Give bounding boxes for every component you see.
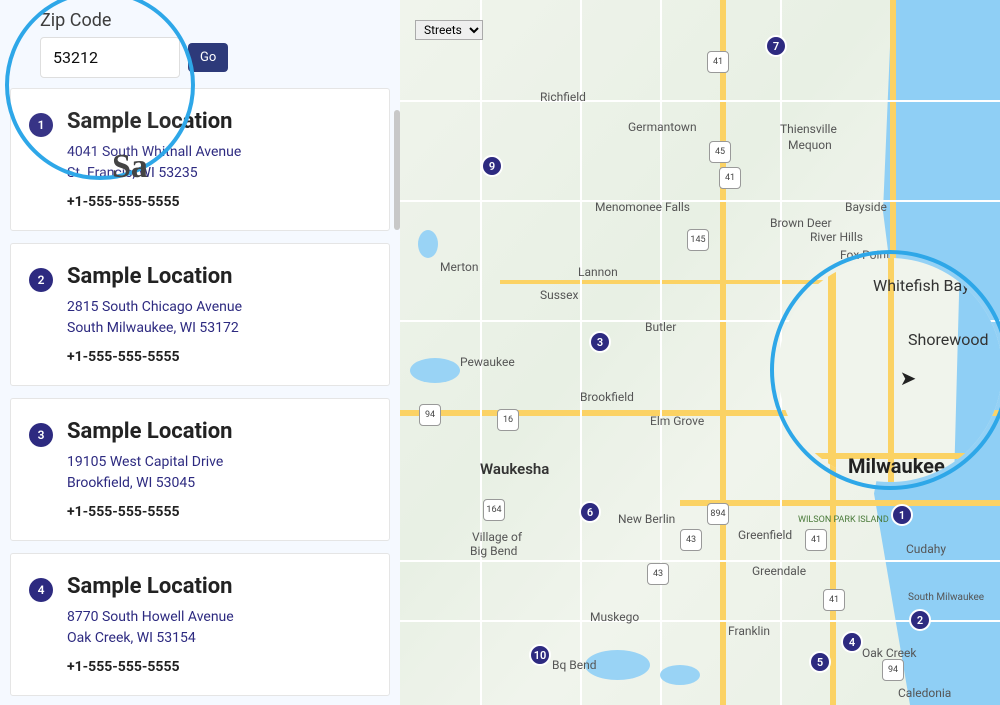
highway-shield: 41 xyxy=(823,589,845,611)
map-pin[interactable]: 4 xyxy=(841,631,863,653)
city-label: Franklin xyxy=(728,624,770,638)
city-label: Germantown xyxy=(628,120,697,134)
city-label: Mequon xyxy=(788,138,832,152)
city-label: Brown Deer xyxy=(770,216,832,230)
city-label: Oak Creek xyxy=(862,646,916,660)
sample-text-overlay: Sa xyxy=(112,148,148,186)
highway-shield: 41 xyxy=(719,167,741,189)
city-label: Cudahy xyxy=(906,542,946,556)
map-pin[interactable]: 9 xyxy=(481,155,503,177)
city-label: Thiensville xyxy=(780,122,837,136)
location-title: Sample Location xyxy=(67,109,371,134)
map-pin[interactable]: 3 xyxy=(589,331,611,353)
result-badge: 4 xyxy=(29,578,53,602)
city-label: Butler xyxy=(645,320,676,334)
city-label: Bq Bend xyxy=(552,658,597,672)
city-label: South Milwaukee xyxy=(908,592,984,603)
location-phone[interactable]: +1-555-555-5555 xyxy=(67,504,371,520)
park-label: WILSON PARK ISLAND xyxy=(798,516,889,526)
city-label: Merton xyxy=(440,260,478,274)
city-label: Lannon xyxy=(578,265,618,279)
city-label: Village of xyxy=(472,530,522,544)
map-pin[interactable]: 10 xyxy=(529,644,551,666)
sidebar: Zip Code Go 1Sample Location4041 South W… xyxy=(0,0,400,705)
highway-shield: 94 xyxy=(882,659,904,681)
map-pin[interactable]: 2 xyxy=(909,609,931,631)
location-title: Sample Location xyxy=(67,419,371,444)
city-label: Muskego xyxy=(590,610,639,624)
highway xyxy=(720,0,726,705)
location-phone[interactable]: +1-555-555-5555 xyxy=(67,349,371,365)
location-arrow-icon: ➤ xyxy=(900,366,917,390)
highway-shield: 94 xyxy=(419,404,441,426)
city-label: Waukesha xyxy=(480,460,549,478)
highway-shield: 43 xyxy=(647,563,669,585)
highway-shield: 43 xyxy=(680,529,702,551)
city-label: Big Bend xyxy=(470,544,517,558)
highway xyxy=(890,0,896,280)
highway-shield: 164 xyxy=(483,499,505,521)
location-address[interactable]: 8770 South Howell AvenueOak Creek, WI 53… xyxy=(67,607,371,649)
location-address[interactable]: 19105 West Capital DriveBrookfield, WI 5… xyxy=(67,452,371,494)
city-label: Pewaukee xyxy=(460,355,515,369)
map-pin[interactable]: 7 xyxy=(765,35,787,57)
result-badge: 3 xyxy=(29,423,53,447)
result-badge: 2 xyxy=(29,268,53,292)
city-label: Sussex xyxy=(540,288,578,302)
zoom-view[interactable]: Whitefish Bay Shorewood Milwaukee ➤ xyxy=(778,258,1000,482)
location-phone[interactable]: +1-555-555-5555 xyxy=(67,194,371,210)
map-pin[interactable]: 6 xyxy=(579,501,601,523)
highway-shield: 41 xyxy=(805,529,827,551)
map-pin[interactable]: 1 xyxy=(891,504,913,526)
location-title: Sample Location xyxy=(67,574,371,599)
city-label: Menomonee Falls xyxy=(595,200,690,214)
results-list: 1Sample Location4041 South Whitnall Aven… xyxy=(0,88,400,696)
location-address[interactable]: 2815 South Chicago AvenueSouth Milwaukee… xyxy=(67,297,371,339)
result-card[interactable]: 2 Sample Location 2815 South Chicago Avenu… xyxy=(10,243,390,386)
search-area: Zip Code Go xyxy=(0,0,400,88)
go-button[interactable]: Go xyxy=(188,43,228,72)
map-type-select[interactable]: Streets xyxy=(415,20,483,40)
result-card[interactable]: 4 Sample Location 8770 South Howell Avenue… xyxy=(10,553,390,696)
zoom-city: Whitefish Bay xyxy=(873,276,970,295)
city-label: River Hills xyxy=(810,230,863,244)
result-card[interactable]: 3 Sample Location 19105 West Capital Drive… xyxy=(10,398,390,541)
zip-label: Zip Code xyxy=(40,10,360,31)
zip-input[interactable] xyxy=(40,37,180,78)
highway-shield: 16 xyxy=(497,409,519,431)
zoom-city-main: Milwaukee xyxy=(848,454,945,478)
city-label: Greenfield xyxy=(738,528,792,542)
location-title: Sample Location xyxy=(67,264,371,289)
highway-shield: 45 xyxy=(709,141,731,163)
map-pin[interactable]: 5 xyxy=(809,651,831,673)
city-label: Bayside xyxy=(845,200,887,214)
city-label: Greendale xyxy=(752,564,806,578)
city-label: Brookfield xyxy=(580,390,634,404)
city-label: Caledonia xyxy=(898,686,951,700)
highway-shield: 894 xyxy=(707,503,729,525)
highway-shield: 41 xyxy=(707,51,729,73)
highway-shield: 145 xyxy=(687,229,709,251)
result-card[interactable]: 1Sample Location4041 South Whitnall Aven… xyxy=(10,88,390,231)
city-label: Richfield xyxy=(540,90,586,104)
zoom-city: Shorewood xyxy=(908,330,989,349)
map[interactable]: Streets WILSON PARK ISLAND Richfield Germ… xyxy=(400,0,1000,705)
location-phone[interactable]: +1-555-555-5555 xyxy=(67,659,371,675)
city-label: New Berlin xyxy=(618,512,675,526)
city-label: Elm Grove xyxy=(650,414,704,428)
result-badge: 1 xyxy=(29,113,53,137)
